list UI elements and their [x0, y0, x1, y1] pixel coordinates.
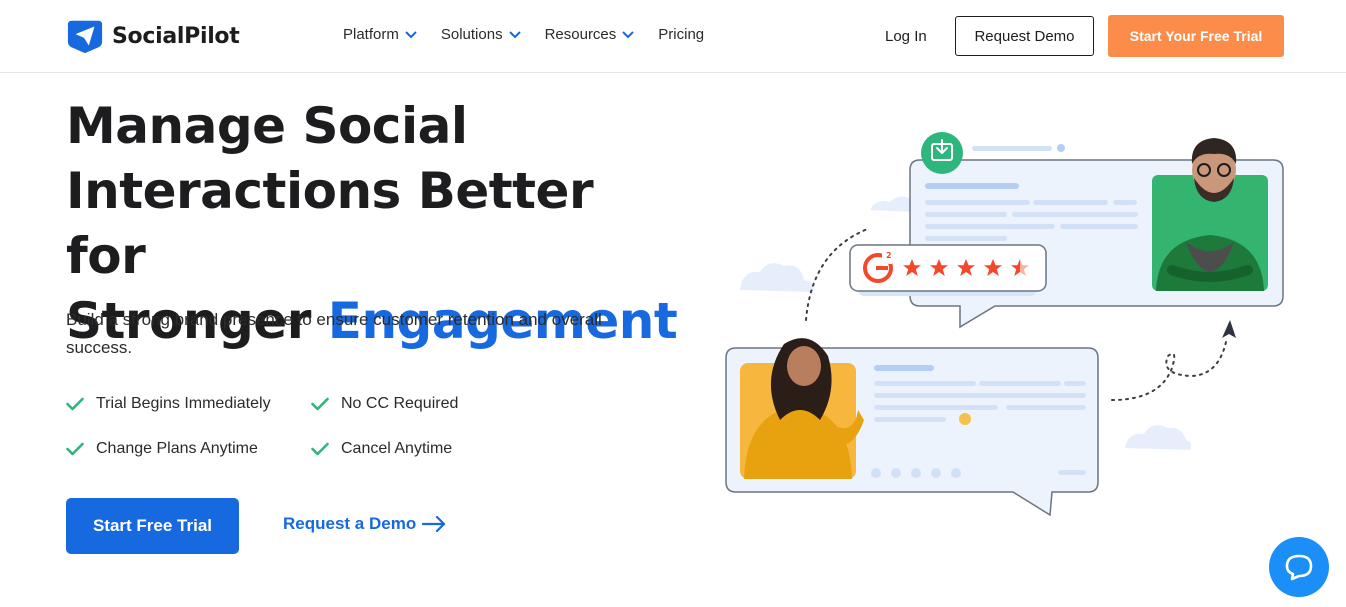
feature-item: Change Plans Anytime	[66, 438, 311, 460]
feature-label: Cancel Anytime	[341, 440, 453, 457]
check-icon	[311, 397, 329, 411]
request-demo-button[interactable]: Request Demo	[955, 16, 1094, 56]
arrow-right-icon	[422, 516, 446, 532]
hero-title-line2: Interactions Better for	[66, 162, 594, 285]
dotted-connector	[1111, 341, 1227, 401]
feature-item: No CC Required	[311, 393, 526, 415]
start-free-trial-cta[interactable]: Start Free Trial	[66, 498, 239, 554]
login-link[interactable]: Log In	[885, 28, 927, 45]
site-header: SocialPilot Platform Solutions Resources…	[0, 0, 1346, 73]
nav-pricing-label: Pricing	[658, 26, 705, 43]
emoji-icon	[959, 413, 971, 425]
cursor-arrow-icon	[1222, 320, 1236, 338]
download-badge-icon	[921, 132, 963, 174]
g2-badge-text: 2	[886, 251, 892, 260]
request-a-demo-link[interactable]: Request a Demo	[283, 514, 446, 534]
main-nav: Platform Solutions Resources Pricing	[343, 26, 704, 43]
nav-platform-label: Platform	[343, 26, 399, 43]
paper-plane-icon	[67, 20, 103, 54]
nav-platform[interactable]: Platform	[343, 26, 417, 43]
chevron-down-icon	[508, 30, 521, 38]
nav-resources-label: Resources	[544, 26, 617, 43]
request-a-demo-label: Request a Demo	[283, 514, 417, 533]
feature-label: Trial Begins Immediately	[96, 395, 271, 412]
nav-solutions[interactable]: Solutions	[441, 26, 521, 43]
check-icon	[311, 442, 329, 456]
feature-item: Cancel Anytime	[311, 438, 526, 460]
feature-item: Trial Begins Immediately	[66, 393, 311, 415]
hero-illustration: 2	[725, 132, 1284, 517]
feature-label: Change Plans Anytime	[96, 440, 258, 457]
chat-widget-button[interactable]	[1269, 537, 1329, 597]
nav-solutions-label: Solutions	[440, 26, 503, 43]
chevron-down-icon	[622, 30, 634, 38]
g2-rating-card: 2	[849, 244, 1047, 296]
check-icon	[66, 442, 84, 456]
nav-pricing[interactable]: Pricing	[658, 26, 704, 43]
chevron-down-icon	[405, 30, 417, 38]
hero-title-line1: Manage Social	[66, 97, 468, 155]
start-free-trial-button[interactable]: Start Your Free Trial	[1108, 15, 1284, 57]
brand-name: SocialPilot	[112, 23, 240, 49]
feature-label: No CC Required	[341, 395, 459, 412]
hero-subtitle: Build a strong brand presence to ensure …	[66, 310, 602, 357]
feature-list: Trial Begins Immediately No CC Required …	[66, 393, 526, 460]
nav-resources[interactable]: Resources	[545, 26, 635, 43]
chat-bubble-icon	[1285, 554, 1313, 581]
check-icon	[66, 397, 84, 411]
brand-logo[interactable]: SocialPilot	[66, 17, 240, 55]
